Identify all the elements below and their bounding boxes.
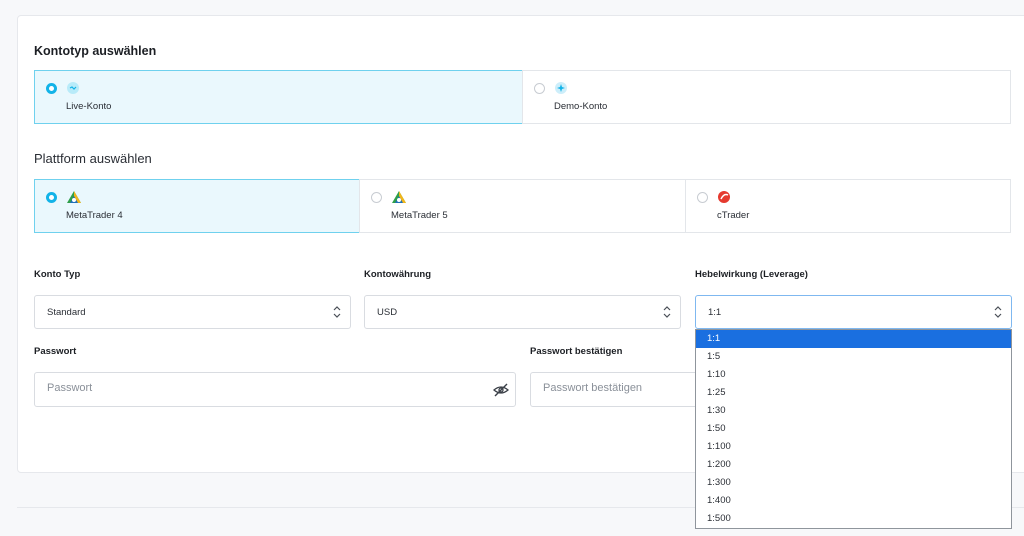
currency-select[interactable]: USD	[364, 295, 681, 329]
demo-account-icon	[555, 82, 567, 94]
leverage-option[interactable]: 1:30	[696, 402, 1011, 420]
option-metatrader-5[interactable]: MetaTrader 5	[359, 179, 686, 233]
radio-metatrader-5[interactable]	[371, 192, 382, 203]
password-label: Passwort	[34, 346, 77, 357]
select-chevron-icon	[994, 306, 1002, 318]
select-chevron-icon	[663, 306, 671, 318]
leverage-option[interactable]: 1:25	[696, 384, 1011, 402]
leverage-option[interactable]: 1:200	[696, 456, 1011, 474]
currency-label: Kontowährung	[364, 269, 432, 280]
option-live-account[interactable]: Live-Konto	[34, 70, 523, 124]
password-input[interactable]	[47, 382, 447, 394]
metatrader-4-logo	[67, 191, 81, 203]
live-account-icon	[67, 82, 79, 94]
leverage-option[interactable]: 1:400	[696, 492, 1011, 510]
radio-ctrader[interactable]	[697, 192, 708, 203]
leverage-select[interactable]: 1:1	[695, 295, 1012, 329]
ctrader-logo	[718, 191, 730, 203]
option-metatrader-4[interactable]: MetaTrader 4	[34, 179, 360, 233]
radio-demo-account[interactable]	[534, 83, 545, 94]
radio-metatrader-4[interactable]	[46, 192, 57, 203]
leverage-option[interactable]: 1:300	[696, 474, 1011, 492]
account-type-title: Kontotyp auswählen	[34, 44, 157, 58]
option-ctrader[interactable]: cTrader	[685, 179, 1011, 233]
account-kind-select[interactable]: Standard	[34, 295, 351, 329]
password-field[interactable]	[34, 372, 516, 407]
platform-title: Plattform auswählen	[34, 151, 152, 166]
leverage-label: Hebelwirkung (Leverage)	[695, 269, 808, 280]
leverage-option[interactable]: 1:500	[696, 510, 1011, 528]
demo-account-label: Demo-Konto	[554, 101, 608, 112]
select-chevron-icon	[333, 306, 341, 318]
leverage-option[interactable]: 1:100	[696, 438, 1011, 456]
leverage-dropdown-list: 1:1 1:5 1:10 1:25 1:30 1:50 1:100 1:200 1:300 1:4…	[695, 329, 1012, 529]
account-kind-label: Konto Typ	[34, 269, 81, 280]
live-account-label: Live-Konto	[66, 101, 112, 112]
leverage-option[interactable]: 1:50	[696, 420, 1011, 438]
leverage-option[interactable]: 1:1	[696, 330, 1011, 348]
leverage-option[interactable]: 1:10	[696, 366, 1011, 384]
option-demo-account[interactable]: Demo-Konto	[522, 70, 1011, 124]
metatrader-5-label: MetaTrader 5	[391, 210, 448, 221]
leverage-value: 1:1	[708, 307, 722, 318]
leverage-option[interactable]: 1:5	[696, 348, 1011, 366]
radio-live-account[interactable]	[46, 83, 57, 94]
password-confirm-label: Passwort bestätigen	[530, 346, 623, 357]
metatrader-4-label: MetaTrader 4	[66, 210, 123, 221]
eye-hidden-icon[interactable]	[493, 382, 509, 398]
metatrader-5-logo	[392, 191, 406, 203]
account-kind-value: Standard	[47, 307, 86, 318]
currency-value: USD	[377, 307, 398, 318]
ctrader-label: cTrader	[717, 210, 750, 221]
